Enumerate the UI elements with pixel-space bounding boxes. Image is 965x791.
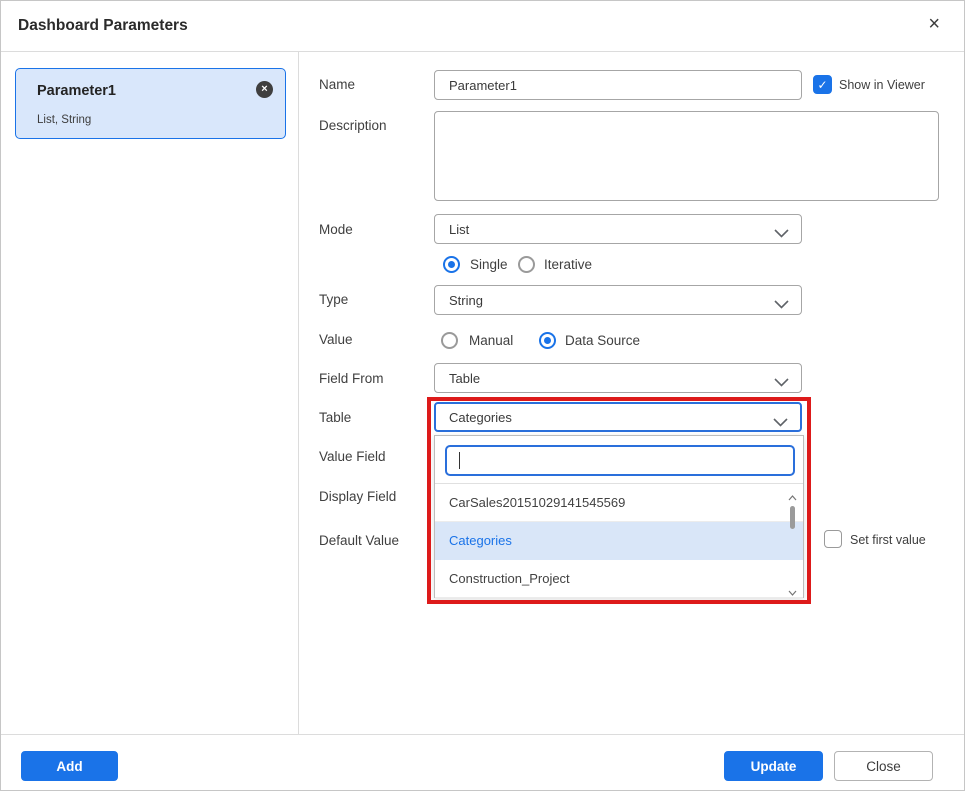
- parameter-card-subtitle: List, String: [37, 114, 92, 126]
- chevron-down-icon: [774, 297, 789, 312]
- name-input-wrap: [434, 70, 802, 100]
- type-select-value: String: [449, 292, 483, 308]
- set-first-value-label: Set first value: [850, 533, 926, 547]
- scroll-up-icon[interactable]: [785, 488, 799, 501]
- single-radio-label: Single: [470, 257, 508, 272]
- dropdown-item[interactable]: Categories: [435, 522, 803, 560]
- mode-select-value: List: [449, 221, 470, 237]
- parameter-card-title: Parameter1: [37, 83, 116, 99]
- dropdown-item[interactable]: CarSales20151029141545569: [435, 484, 803, 522]
- display-field-label: Display Field: [319, 489, 397, 504]
- dropdown-search-input[interactable]: [460, 453, 781, 468]
- table-dropdown-popup: CarSales20151029141545569 Categories Con…: [434, 435, 804, 598]
- chevron-down-icon: [774, 375, 789, 390]
- table-label: Table: [319, 410, 352, 425]
- table-select[interactable]: Categories: [434, 402, 802, 432]
- chevron-down-icon: [773, 415, 788, 430]
- field-from-select[interactable]: Table: [434, 363, 802, 393]
- manual-radio[interactable]: [441, 332, 458, 349]
- footer: Add Update Close: [1, 734, 964, 790]
- close-button[interactable]: Close: [834, 751, 933, 781]
- vertical-divider: [298, 52, 299, 734]
- description-label: Description: [319, 118, 387, 133]
- value-field-label: Value Field: [319, 449, 386, 464]
- dropdown-search-wrap: [445, 445, 795, 476]
- name-label: Name: [319, 77, 356, 92]
- table-select-value: Categories: [449, 409, 512, 425]
- field-from-select-value: Table: [449, 370, 481, 386]
- data-source-radio[interactable]: [539, 332, 556, 349]
- iterative-radio-label: Iterative: [544, 257, 593, 272]
- close-icon[interactable]: ×: [928, 14, 940, 34]
- manual-radio-label: Manual: [469, 333, 514, 348]
- scrollbar-thumb[interactable]: [790, 506, 795, 529]
- show-in-viewer-label: Show in Viewer: [839, 78, 925, 92]
- parameter-card[interactable]: Parameter1 List, String ×: [15, 68, 286, 139]
- default-value-label: Default Value: [319, 533, 400, 548]
- single-radio[interactable]: [443, 256, 460, 273]
- remove-parameter-icon[interactable]: ×: [256, 81, 273, 98]
- scroll-down-icon[interactable]: [785, 583, 799, 596]
- dropdown-item[interactable]: Construction_Project: [435, 560, 803, 598]
- data-source-radio-label: Data Source: [565, 333, 641, 348]
- field-from-label: Field From: [319, 371, 384, 386]
- mode-select[interactable]: List: [434, 214, 802, 244]
- description-textarea[interactable]: [434, 111, 939, 201]
- type-select[interactable]: String: [434, 285, 802, 315]
- add-button[interactable]: Add: [21, 751, 118, 781]
- dashboard-parameters-dialog: Dashboard Parameters × Parameter1 List, …: [0, 0, 965, 791]
- iterative-radio[interactable]: [518, 256, 535, 273]
- dialog-title: Dashboard Parameters: [18, 17, 188, 34]
- set-first-value-checkbox[interactable]: [824, 530, 842, 548]
- update-button[interactable]: Update: [724, 751, 823, 781]
- show-in-viewer-checkbox[interactable]: ✓: [813, 75, 832, 94]
- value-label: Value: [319, 332, 353, 347]
- name-input[interactable]: [449, 71, 787, 99]
- type-label: Type: [319, 292, 349, 307]
- chevron-down-icon: [774, 226, 789, 241]
- mode-label: Mode: [319, 222, 353, 237]
- titlebar: Dashboard Parameters ×: [1, 1, 964, 52]
